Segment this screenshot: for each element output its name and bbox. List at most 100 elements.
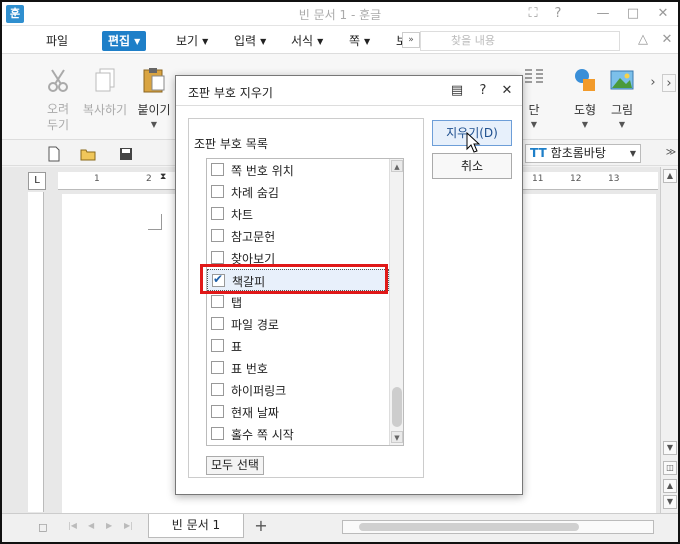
tab-document-1[interactable]: 빈 문서 1 — [148, 514, 244, 538]
ribbon-more-icon[interactable]: › — [642, 74, 664, 92]
checkbox[interactable] — [211, 361, 224, 374]
open-folder-icon[interactable] — [80, 146, 96, 162]
list-scrollbar[interactable]: ▲ ▼ — [389, 159, 403, 445]
list-item[interactable]: 탭 — [207, 291, 389, 313]
cut-label: 오려 두기 — [46, 102, 70, 132]
title-bar: 훈 빈 문서 1 - 훈글 ⛶ ? — □ ✕ — [2, 2, 678, 26]
picture-button[interactable]: 그림 ▼ — [607, 66, 637, 129]
truetype-icon: TT — [530, 146, 547, 160]
vertical-scrollbar[interactable]: ▲ ▼ ◫ ▲ ▼ — [660, 167, 678, 513]
checkbox[interactable] — [211, 339, 224, 352]
dialog-message-icon[interactable]: ▤ — [448, 82, 466, 100]
margin-corner-mark — [148, 214, 162, 230]
codes-list[interactable]: 쪽 번호 위치 차례 숨김 차트 참고문헌 찾아보기 책갈피 탭 파일 경로 표… — [206, 158, 404, 446]
picture-label: 그림 — [610, 103, 634, 117]
list-item[interactable]: 참고문헌 — [207, 225, 389, 247]
scroll-down-icon[interactable]: ▼ — [663, 441, 677, 455]
chevron-down-icon: ▼ — [150, 120, 158, 129]
menu-page[interactable]: 쪽 ▼ — [345, 31, 374, 51]
minimize-icon[interactable]: — — [592, 5, 614, 23]
maximize-icon[interactable]: □ — [622, 5, 644, 23]
chevron-down-icon: ▼ — [317, 36, 324, 46]
chevron-down-icon: ▼ — [530, 120, 538, 129]
picture-icon — [610, 70, 634, 90]
annotation-highlight-box — [200, 264, 388, 294]
checkbox[interactable] — [211, 427, 224, 440]
font-name: 함초롬바탕 — [550, 146, 606, 160]
page-view-icon[interactable]: ◫ — [663, 461, 677, 475]
chevron-down-icon: ▼ — [618, 120, 626, 129]
collapse-ribbon-icon[interactable]: △ — [632, 31, 654, 49]
cancel-button[interactable]: 취소 — [432, 153, 512, 179]
list-item[interactable]: 현재 날짜 — [207, 401, 389, 423]
dialog-help-icon[interactable]: ? — [474, 82, 492, 100]
list-item[interactable]: 차트 — [207, 203, 389, 225]
list-item[interactable]: 표 번호 — [207, 357, 389, 379]
new-document-icon[interactable] — [46, 146, 62, 162]
paste-button[interactable]: 붙이기 ▼ — [136, 66, 172, 129]
shape-label: 도형 — [573, 103, 597, 117]
toolbar-expand-icon[interactable]: ≫ — [660, 144, 678, 162]
first-tab-icon[interactable]: |◀ — [68, 521, 77, 530]
checkbox[interactable] — [211, 163, 224, 176]
close-doc-icon[interactable]: ✕ — [656, 31, 678, 49]
cut-button[interactable]: 오려 두기 — [40, 66, 76, 133]
list-item[interactable]: 차례 숨김 — [207, 181, 389, 203]
list-scroll-thumb[interactable] — [392, 387, 402, 427]
help-icon[interactable]: ? — [547, 5, 569, 23]
checkbox[interactable] — [211, 405, 224, 418]
checkbox[interactable] — [211, 251, 224, 264]
next-page-icon[interactable]: ▼ — [663, 495, 677, 509]
save-icon[interactable] — [118, 146, 134, 162]
scroll-up-icon[interactable]: ▲ — [663, 169, 677, 183]
menu-expand-icon[interactable]: » — [402, 32, 420, 48]
scroll-down-icon[interactable]: ▼ — [391, 431, 403, 443]
checkbox[interactable] — [211, 295, 224, 308]
select-all-button[interactable]: 모두 선택 — [206, 456, 264, 475]
checkbox[interactable] — [211, 383, 224, 396]
codes-group-label: 조판 부호 목록 — [194, 137, 268, 151]
chevron-down-icon: ▼ — [202, 36, 209, 46]
copy-button[interactable]: 복사하기 — [80, 66, 130, 118]
ruler-number: 12 — [570, 174, 582, 184]
search-input[interactable]: 찾을 내용 — [420, 31, 620, 51]
scroll-up-icon[interactable]: ▲ — [391, 160, 403, 172]
font-select[interactable]: TT 함초롬바탕 ▼ — [525, 144, 641, 163]
menu-file[interactable]: 파일 — [42, 31, 72, 51]
menu-view[interactable]: 보기 ▼ — [172, 31, 212, 51]
checkbox[interactable] — [211, 185, 224, 198]
prev-tab-icon[interactable]: ◀ — [88, 521, 94, 530]
checkbox[interactable] — [211, 207, 224, 220]
chevron-down-icon: ▼ — [260, 36, 267, 46]
next-tab-icon[interactable]: ▶ — [106, 521, 112, 530]
indent-marker-icon[interactable]: ⧗ — [160, 172, 168, 189]
ruler-number: 11 — [532, 174, 544, 184]
menu-format[interactable]: 서식 ▼ — [287, 31, 327, 51]
columns-label: 단 — [528, 103, 540, 117]
dialog-close-icon[interactable]: ✕ — [498, 82, 516, 100]
horizontal-scrollbar[interactable] — [342, 520, 654, 534]
menu-insert[interactable]: 입력 ▼ — [230, 31, 270, 51]
list-item[interactable]: 쪽 번호 위치 — [207, 159, 389, 181]
vertical-ruler[interactable] — [28, 192, 44, 512]
menu-edit[interactable]: 편집 ▼ — [102, 31, 147, 51]
checkbox[interactable] — [211, 317, 224, 330]
checkbox[interactable] — [211, 229, 224, 242]
layout-icon[interactable]: ◻ — [32, 518, 54, 536]
list-item[interactable]: 하이퍼링크 — [207, 379, 389, 401]
add-tab-button[interactable]: + — [250, 517, 272, 535]
list-item[interactable]: 파일 경로 — [207, 313, 389, 335]
columns-button[interactable]: 단 ▼ — [522, 66, 546, 129]
last-tab-icon[interactable]: ▶| — [124, 521, 133, 530]
horizontal-scroll-thumb[interactable] — [359, 523, 579, 531]
prev-page-icon[interactable]: ▲ — [663, 479, 677, 493]
ribbon-scroll-icon[interactable]: › — [662, 74, 676, 92]
list-item[interactable]: 홀수 쪽 시작 — [207, 423, 389, 445]
list-item[interactable]: 표 — [207, 335, 389, 357]
shape-button[interactable]: 도형 ▼ — [570, 66, 600, 129]
close-icon[interactable]: ✕ — [652, 5, 674, 23]
mouse-cursor-icon — [466, 132, 481, 153]
columns-icon — [525, 69, 543, 83]
fullscreen-icon[interactable]: ⛶ — [522, 5, 544, 23]
tab-type-icon[interactable]: L — [28, 172, 46, 190]
